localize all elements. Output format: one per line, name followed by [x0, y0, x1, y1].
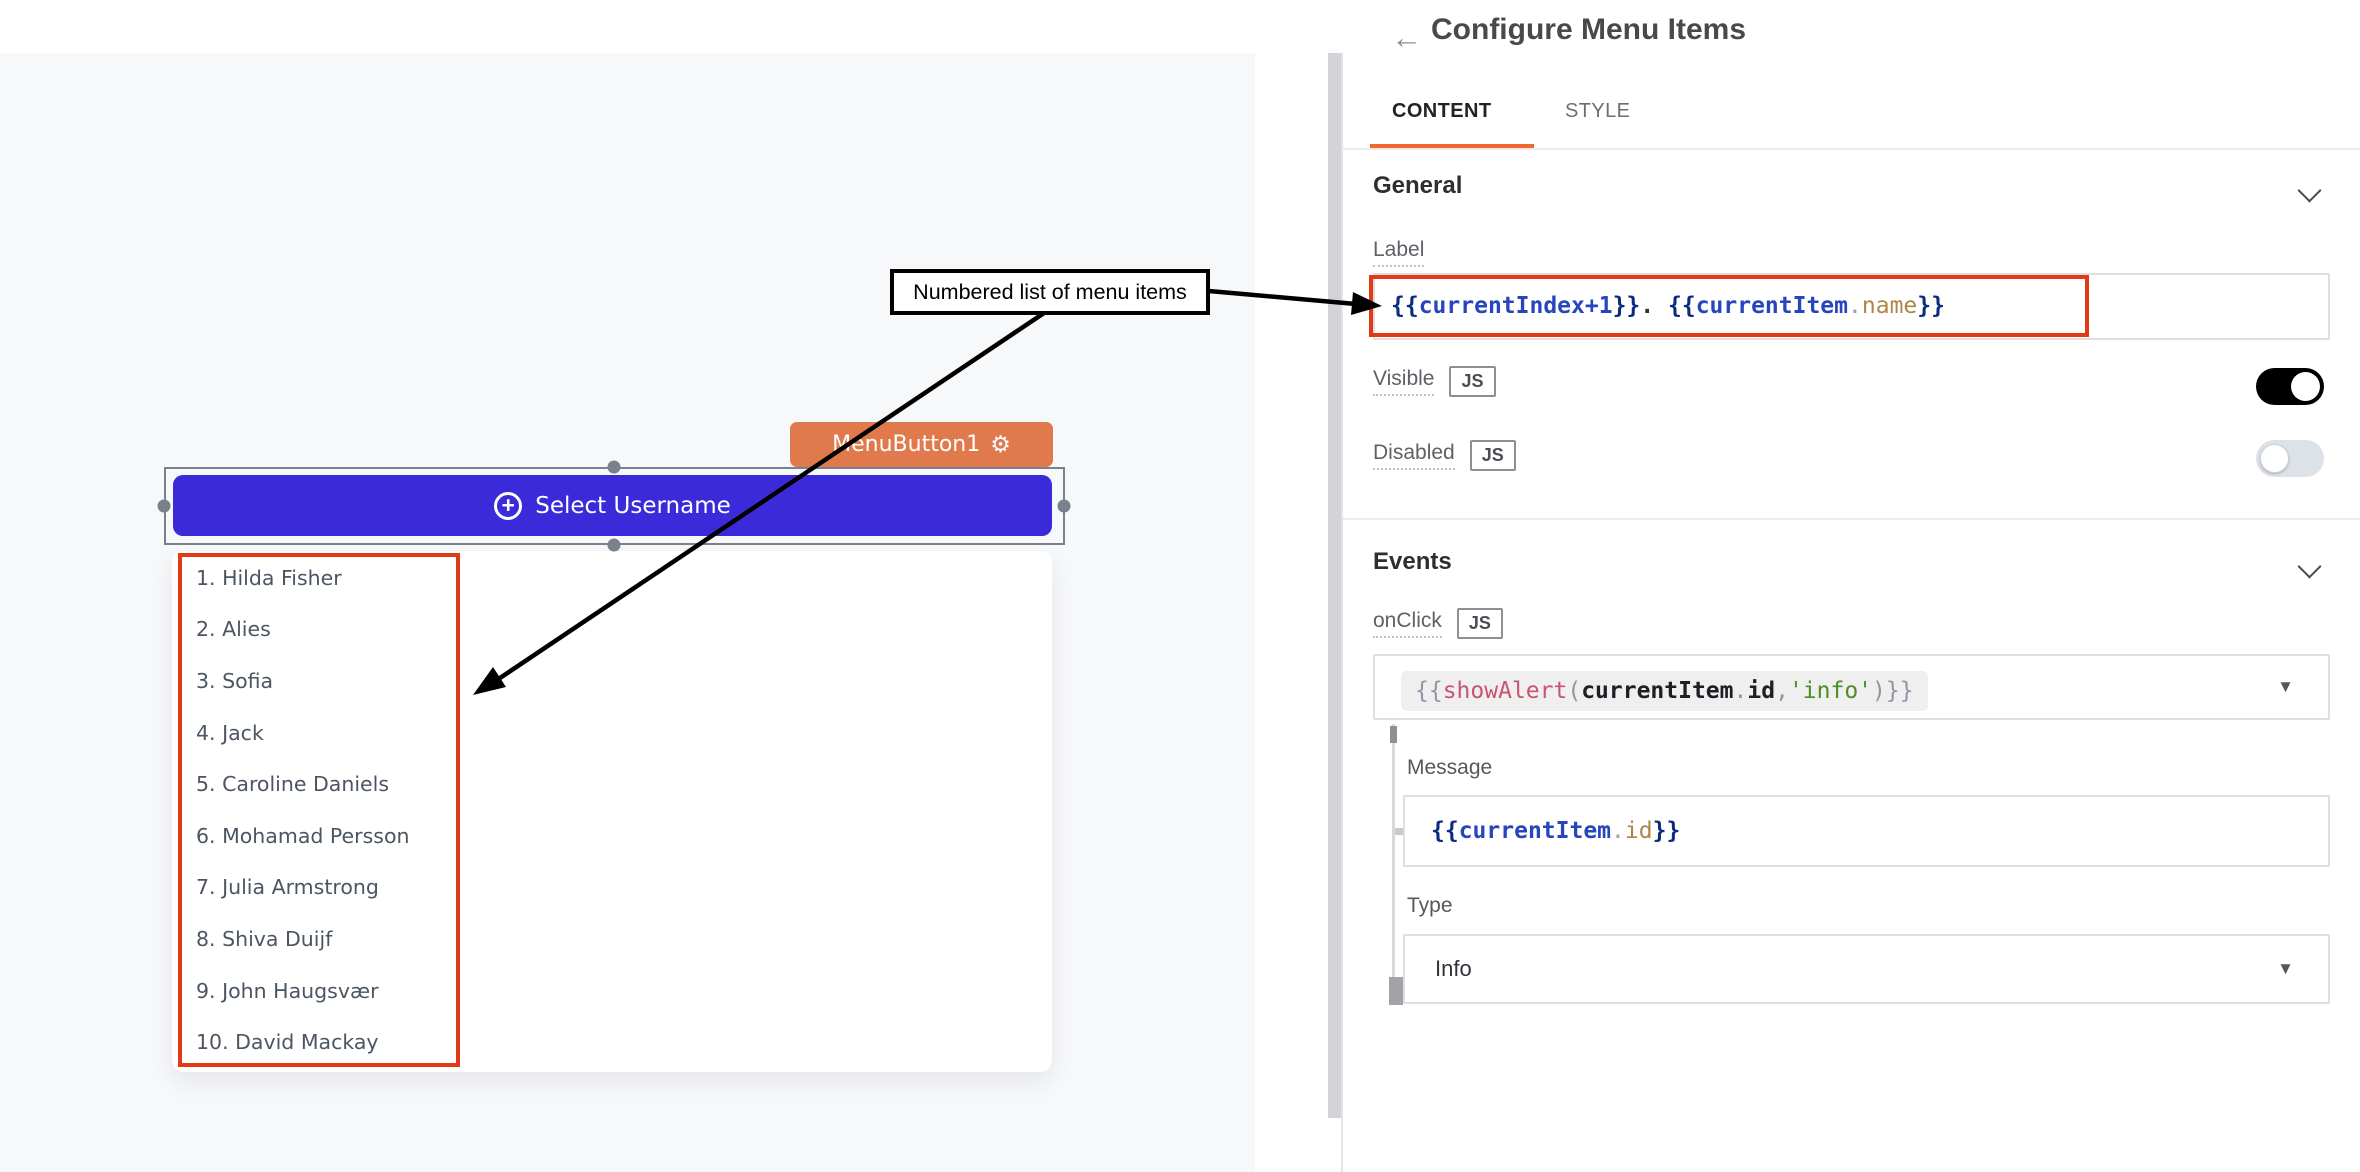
- code-token: id: [1747, 678, 1775, 704]
- code-token: {{: [1415, 678, 1443, 704]
- onclick-action-select[interactable]: {{showAlert(currentItem.id,'info')}} ▼: [1373, 654, 2330, 720]
- disabled-row: Disabled JS: [1373, 440, 1516, 471]
- label-property-label: Label: [1373, 238, 1424, 267]
- indent-guide-thumb[interactable]: [1389, 977, 1403, 1005]
- code-token: .: [1848, 293, 1862, 319]
- section-divider-line: [1343, 518, 2360, 520]
- chevron-down-icon-events[interactable]: [2297, 554, 2321, 578]
- annotation-box: Numbered list of menu items: [890, 269, 1210, 315]
- code-token: {{: [1391, 293, 1419, 319]
- message-label: Message: [1407, 756, 1492, 780]
- code-token: (: [1567, 678, 1581, 704]
- code-token: }}: [1653, 818, 1681, 844]
- code-token: {{: [1668, 293, 1696, 319]
- select-username-button[interactable]: + Select Username: [173, 475, 1052, 536]
- onclick-code-text: {{showAlert(currentItem.id,'info')}}: [1415, 678, 1914, 704]
- code-token: {{: [1431, 818, 1459, 844]
- panel-resize-divider[interactable]: [1328, 53, 1341, 1118]
- code-token: .: [1640, 293, 1668, 319]
- annotation-text: Numbered list of menu items: [913, 280, 1187, 305]
- widget-name-tag[interactable]: MenuButton1 ⚙: [790, 422, 1053, 467]
- code-token: }}: [1917, 293, 1945, 319]
- code-token: ,: [1775, 678, 1789, 704]
- dropdown-caret-icon: ▼: [2277, 677, 2294, 697]
- code-token: showAlert: [1443, 678, 1568, 704]
- panel-title: Configure Menu Items: [1431, 13, 1746, 47]
- back-arrow-icon[interactable]: ←: [1391, 22, 1422, 53]
- code-token: ): [1872, 678, 1886, 704]
- resize-handle-right[interactable]: [1058, 500, 1071, 513]
- code-token: }}: [1886, 678, 1914, 704]
- tab-content[interactable]: CONTENT: [1392, 100, 1491, 123]
- code-token: .: [1734, 678, 1748, 704]
- tab-style[interactable]: STYLE: [1565, 100, 1630, 123]
- onclick-js-toggle[interactable]: JS: [1457, 608, 1503, 639]
- menu-list-highlight-box: [178, 553, 460, 1067]
- code-token: }}: [1613, 293, 1641, 319]
- resize-handle-top[interactable]: [608, 461, 621, 474]
- code-token: 'info': [1789, 678, 1872, 704]
- switch-knob: [2260, 444, 2289, 473]
- type-label: Type: [1407, 894, 1453, 918]
- code-token: currentItem: [1581, 678, 1733, 704]
- code-token: currentIndex+1: [1419, 293, 1613, 319]
- section-general-title: General: [1373, 172, 1462, 200]
- type-selected-value: Info: [1435, 956, 1472, 982]
- dropdown-caret-icon: ▼: [2277, 959, 2294, 979]
- visible-label: Visible: [1373, 367, 1434, 396]
- resize-handle-left[interactable]: [158, 500, 171, 513]
- plus-circle-icon: +: [494, 492, 522, 520]
- onclick-action-pill: {{showAlert(currentItem.id,'info')}}: [1401, 671, 1928, 711]
- resize-handle-bottom[interactable]: [608, 539, 621, 552]
- message-code-input[interactable]: {{currentItem.id}}: [1403, 795, 2330, 867]
- section-events-title: Events: [1373, 548, 1452, 576]
- indent-guide-cap: [1390, 726, 1397, 743]
- chevron-down-icon-general[interactable]: [2297, 178, 2321, 202]
- code-token: currentItem: [1459, 818, 1611, 844]
- switch-knob: [2291, 372, 2320, 401]
- onclick-row: onClick JS: [1373, 608, 1503, 639]
- code-token: currentItem: [1696, 293, 1848, 319]
- visible-switch[interactable]: [2256, 368, 2324, 405]
- disabled-js-toggle[interactable]: JS: [1470, 440, 1516, 471]
- app-window: 1. Hilda Fisher2. Alies3. Sofia4. Jack5.…: [0, 0, 2360, 1172]
- label-highlight-box: {{currentIndex+1}}. {{currentItem.name}}: [1369, 275, 2089, 337]
- tabs-divider-line: [1343, 148, 2360, 150]
- label-code-text: {{currentIndex+1}}. {{currentItem.name}}: [1391, 293, 1945, 319]
- type-select[interactable]: Info ▼: [1403, 934, 2330, 1004]
- menu-button-label: Select Username: [535, 493, 731, 519]
- action-indent-guide: [1392, 724, 1395, 1005]
- gear-icon[interactable]: ⚙: [990, 433, 1011, 456]
- visible-row: Visible JS: [1373, 366, 1496, 397]
- visible-js-toggle[interactable]: JS: [1449, 366, 1495, 397]
- widget-name-label: MenuButton1: [832, 432, 980, 457]
- code-token: .: [1611, 818, 1625, 844]
- message-code-text: {{currentItem.id}}: [1431, 818, 1680, 844]
- code-token: id: [1625, 818, 1653, 844]
- disabled-switch[interactable]: [2256, 440, 2324, 477]
- disabled-label: Disabled: [1373, 441, 1455, 470]
- onclick-label: onClick: [1373, 609, 1442, 638]
- code-token: name: [1862, 293, 1917, 319]
- property-panel: ← Configure Menu Items CONTENT STYLE Gen…: [1343, 0, 2360, 1172]
